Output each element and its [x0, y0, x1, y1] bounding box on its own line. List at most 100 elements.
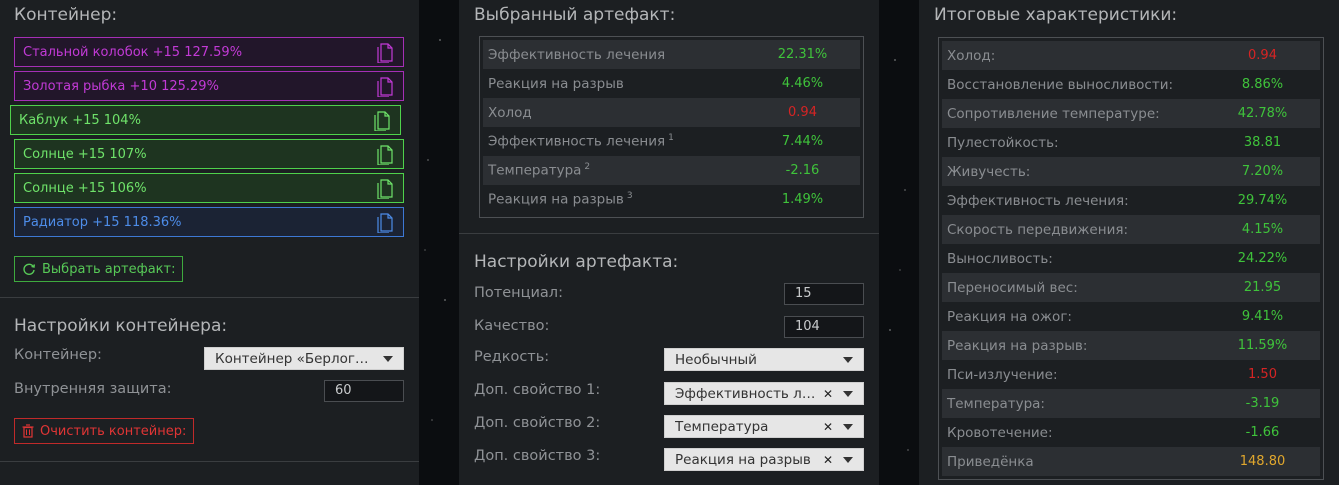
stat-row: Приведёнка 148.80 — [942, 447, 1320, 476]
stat-row: Восстановление выносливости: 8.86% — [942, 70, 1320, 99]
stat-name: Скорость передвижения: — [947, 221, 1129, 238]
clear-container-label: Очистить контейнер: — [40, 423, 187, 439]
stat-value: 4.15% — [1241, 222, 1284, 237]
stat-name: Переносимый вес: — [947, 279, 1078, 296]
rarity-select[interactable]: Необычный — [664, 348, 864, 371]
rarity-value: Необычный — [675, 351, 757, 368]
stat-value: 21.95 — [1243, 280, 1282, 295]
artifact-settings-title: Настройки артефакта: — [474, 252, 679, 272]
stat-row: Реакция на разрыв: 11.59% — [942, 331, 1320, 360]
artifact-stats-table: Эффективность лечения 22.31% Реакция на ра… — [479, 36, 864, 218]
stat-value: 148.80 — [1239, 454, 1286, 469]
stat-value: 4.46% — [781, 76, 824, 91]
stat-name: Выносливость: — [947, 250, 1053, 267]
chevron-down-icon — [843, 423, 853, 430]
divider — [0, 297, 419, 298]
container-panel: Контейнер: Стальной колобок +15 127.59% З… — [0, 0, 419, 485]
container-item[interactable]: Солнце +15 106% — [14, 173, 404, 203]
container-item-label: Стальной колобок +15 127.59% — [23, 44, 243, 60]
stat-name: Реакция на ожог: — [947, 308, 1072, 325]
extra3-select[interactable]: Реакция на разрыв ✕ — [664, 448, 864, 471]
document-icon[interactable] — [375, 75, 395, 98]
protection-input[interactable]: 60 — [324, 380, 404, 402]
stat-name-text: Реакция на разрыв — [488, 75, 624, 92]
stat-row: Скорость передвижения: 4.15% — [942, 215, 1320, 244]
container-item[interactable]: Каблук +15 104% — [10, 105, 401, 135]
stat-name-text: Холод — [488, 104, 532, 121]
stat-value: 0.94 — [788, 105, 817, 120]
document-icon[interactable] — [375, 143, 395, 166]
extra2-label: Доп. свойство 2: — [474, 415, 601, 431]
extra1-value: Эффективность ле... — [675, 385, 821, 402]
select-artifact-button[interactable]: Выбрать артефакт: — [14, 256, 184, 282]
stat-row: Температура 2 -2.16 — [483, 156, 860, 185]
stat-row: Эффективность лечения: 29.74% — [942, 186, 1320, 215]
container-item[interactable]: Солнце +15 107% — [14, 139, 404, 169]
container-settings-title: Настройки контейнера: — [14, 316, 228, 336]
extra3-label: Доп. свойство 3: — [474, 448, 601, 464]
stat-row: Сопротивление температуре: 42.78% — [942, 99, 1320, 128]
stat-value: -3.19 — [1245, 396, 1280, 411]
stat-name: Кровотечение: — [947, 424, 1053, 441]
totals-panel: Итоговые характеристики: Холод: 0.94 Восст… — [919, 0, 1339, 485]
extra2-select[interactable]: Температура ✕ — [664, 415, 864, 438]
stat-name: Температура: — [947, 395, 1045, 412]
clear-container-button[interactable]: Очистить контейнер: — [14, 418, 195, 444]
stat-row: Выносливость: 24.22% — [942, 244, 1320, 273]
divider — [459, 233, 879, 234]
document-icon[interactable] — [372, 109, 392, 132]
document-icon[interactable] — [375, 211, 395, 234]
stat-value: 1.50 — [1248, 367, 1277, 382]
extra2-value: Температура — [675, 418, 769, 435]
document-icon[interactable] — [375, 41, 395, 64]
stat-name: Холод: — [947, 47, 996, 64]
quality-label: Качество: — [474, 318, 550, 334]
stat-name: Реакция на разрыв — [488, 76, 745, 92]
container-item-label: Солнце +15 107% — [23, 146, 147, 162]
stat-value: -1.66 — [1245, 425, 1280, 440]
chevron-down-icon — [843, 456, 853, 463]
chevron-down-icon — [843, 356, 853, 363]
container-item-label: Золотая рыбка +10 125.29% — [23, 78, 219, 94]
potential-label: Потенциал: — [474, 285, 563, 301]
container-title: Контейнер: — [14, 5, 118, 25]
stat-row: Пси-излучение: 1.50 — [942, 360, 1320, 389]
stat-row: Живучесть: 7.20% — [942, 157, 1320, 186]
clear-icon[interactable]: ✕ — [821, 420, 835, 434]
stat-value: 29.74% — [1237, 193, 1288, 208]
chevron-down-icon — [383, 355, 393, 362]
stat-value: 0.94 — [1248, 48, 1277, 63]
clear-icon[interactable]: ✕ — [821, 453, 835, 467]
container-item[interactable]: Золотая рыбка +10 125.29% — [14, 71, 404, 101]
stat-row: Пулестойкость: 38.81 — [942, 128, 1320, 157]
stat-name-text: Реакция на разрыв — [488, 191, 624, 208]
totals-stats-table: Холод: 0.94 Восстановление выносливости: 8.… — [938, 37, 1324, 480]
rarity-label: Редкость: — [474, 349, 550, 365]
stat-name-text: Температура — [488, 162, 582, 179]
artifact-panel: Выбранный артефакт: Эффективность лечени… — [459, 0, 879, 485]
extra1-select[interactable]: Эффективность ле... ✕ — [664, 382, 864, 405]
container-item[interactable]: Стальной колобок +15 127.59% — [14, 37, 404, 67]
stat-row: Переносимый вес: 21.95 — [942, 273, 1320, 302]
container-type-select[interactable]: Контейнер «Берлога... — [204, 347, 404, 370]
clear-icon[interactable]: ✕ — [821, 387, 835, 401]
container-type-label: Контейнер: — [14, 347, 102, 363]
container-item[interactable]: Радиатор +15 118.36% — [14, 207, 404, 237]
stat-value: 8.86% — [1241, 77, 1284, 92]
potential-input[interactable]: 15 — [784, 283, 864, 305]
stat-name: Восстановление выносливости: — [947, 76, 1174, 93]
stat-row: Эффективность лечения 22.31% — [483, 40, 860, 69]
stat-row: Холод 0.94 — [483, 98, 860, 127]
stat-row: Реакция на ожог: 9.41% — [942, 302, 1320, 331]
stat-name: Пси-излучение: — [947, 366, 1058, 383]
quality-input[interactable]: 104 — [784, 316, 864, 338]
chevron-down-icon — [843, 390, 853, 397]
stat-name: Сопротивление температуре: — [947, 105, 1160, 122]
container-item-label: Каблук +15 104% — [19, 112, 141, 128]
refresh-icon — [23, 263, 35, 275]
divider — [0, 461, 419, 462]
artifact-title: Выбранный артефакт: — [474, 5, 676, 25]
stat-name: Реакция на разрыв: — [947, 337, 1088, 354]
document-icon[interactable] — [375, 177, 395, 200]
stat-value: 7.20% — [1241, 164, 1284, 179]
